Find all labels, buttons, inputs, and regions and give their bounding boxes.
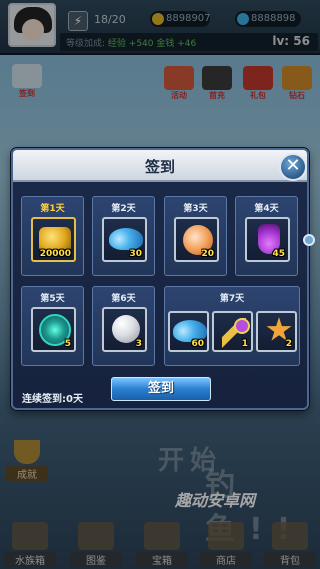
- reward-count: 5: [64, 339, 71, 349]
- day-card-6[interactable]: 第6天 3: [92, 286, 155, 366]
- reward-slot: 30: [102, 217, 147, 262]
- close-icon[interactable]: ✕: [279, 153, 307, 181]
- scroll-knob[interactable]: [303, 234, 315, 246]
- reward-count: 20: [201, 249, 214, 259]
- reward-count: 1: [241, 339, 248, 349]
- blue-coral-icon: [109, 228, 143, 250]
- gold-coins-icon: [39, 227, 71, 251]
- reward-count: 20000: [39, 249, 71, 259]
- day-label: 第5天: [40, 294, 65, 304]
- day-label: 第7天: [219, 294, 245, 304]
- streak-text: 连续签到:0天: [22, 394, 83, 405]
- reward-slot: 3: [102, 307, 147, 352]
- checkin-button[interactable]: 签到: [111, 377, 211, 401]
- reward-slot: 5: [31, 307, 76, 352]
- reward-count: 45: [272, 249, 285, 259]
- day-label: 第3天: [183, 204, 208, 214]
- day-card-3[interactable]: 第3天 20: [164, 196, 227, 276]
- day-card-2[interactable]: 第2天 30: [92, 196, 155, 276]
- day-label: 第6天: [111, 294, 136, 304]
- day-label: 第1天: [40, 204, 65, 214]
- day-card-7[interactable]: 第7天 60 1 2: [164, 286, 300, 366]
- reward-slot: 2: [256, 311, 297, 352]
- dialog-header: 签到: [13, 150, 307, 182]
- day-label: 第2天: [111, 204, 136, 214]
- reward-slot: 1: [212, 311, 253, 352]
- reward-count: 60: [191, 339, 204, 349]
- day-card-1[interactable]: 第1天 20000: [21, 196, 84, 276]
- reward-count: 2: [285, 339, 292, 349]
- reward-slot: 45: [245, 217, 290, 262]
- reward-count: 30: [129, 249, 142, 259]
- reward-slot: 60: [168, 311, 209, 352]
- day-card-5[interactable]: 第5天 5: [21, 286, 84, 366]
- checkin-dialog: 签到 第1天 20000 第2天 30 第3天 20 第4天 45 第5天 5 …: [11, 148, 309, 410]
- reward-count: 3: [135, 339, 142, 349]
- reward-slot: 20000: [31, 217, 76, 262]
- reward-slot: 20: [174, 217, 219, 262]
- day-label: 第4天: [254, 204, 279, 214]
- dialog-title: 签到: [144, 158, 175, 176]
- day-card-4[interactable]: 第4天 45: [235, 196, 298, 276]
